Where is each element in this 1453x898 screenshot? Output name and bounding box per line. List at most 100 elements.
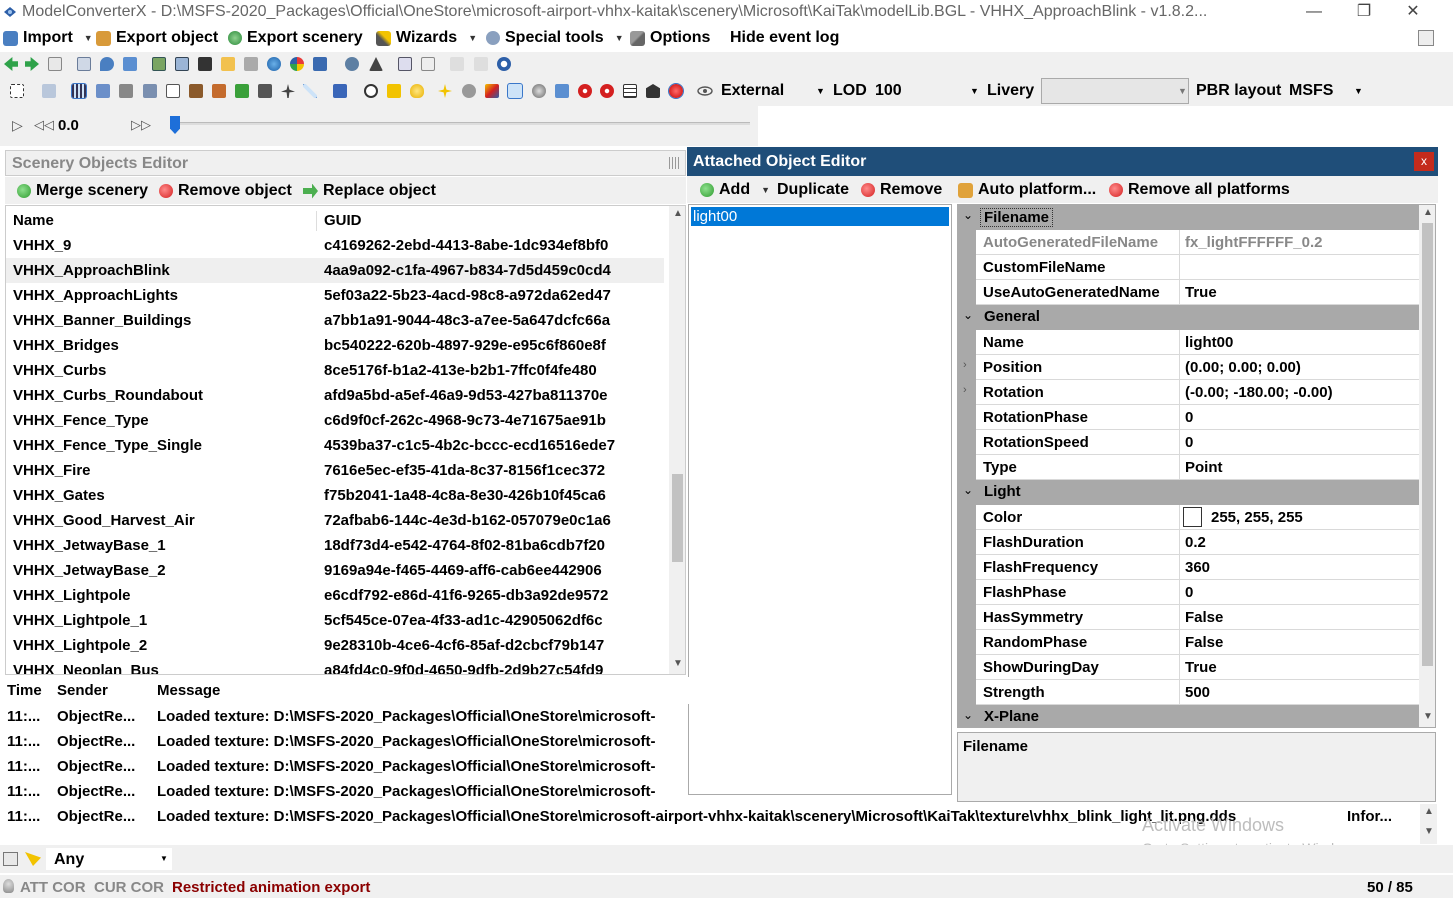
property-value[interactable]: False	[1185, 605, 1223, 630]
property-category[interactable]: ⌄ Light	[958, 480, 1419, 505]
column-header-time[interactable]: Time	[7, 682, 42, 699]
log-row[interactable]: 11:... ObjectRe... Loaded texture: D:\MSFS…	[0, 754, 689, 779]
pbr-layout-select[interactable]: MSFS	[1289, 82, 1333, 100]
minimize-button[interactable]: —	[1291, 0, 1337, 26]
close-window-button[interactable]: ✕	[1390, 0, 1436, 26]
column-header-guid[interactable]: GUID	[324, 208, 664, 233]
red-ball-2-icon[interactable]	[600, 84, 614, 98]
property-category[interactable]: ⌄ Filename	[958, 205, 1419, 230]
property-row[interactable]: Name light00	[958, 330, 1419, 355]
table-row[interactable]: VHHX_Lightpole e6cdf792-e86d-41f6-9265-db…	[6, 583, 664, 608]
table-row[interactable]: VHHX_Curbs 8ce5176f-b1a2-413e-b2b1-7ffc0f…	[6, 358, 664, 383]
material-icon[interactable]	[244, 57, 258, 71]
property-value[interactable]: fx_lightFFFFFF_0.2	[1185, 230, 1323, 255]
sun-icon[interactable]	[387, 84, 401, 98]
document-icon[interactable]	[48, 57, 62, 71]
palette-icon[interactable]	[290, 57, 304, 71]
expand-icon[interactable]: ›	[963, 384, 967, 396]
sparkle-icon[interactable]	[438, 84, 452, 98]
add-button[interactable]: Add ▼	[700, 181, 770, 199]
scrollbar-thumb[interactable]	[672, 474, 683, 562]
export-image-icon[interactable]	[313, 57, 327, 71]
scroll-down-icon[interactable]: ▼	[1423, 711, 1433, 722]
mesh-icon[interactable]	[623, 84, 637, 98]
red-ball-icon[interactable]	[578, 84, 592, 98]
animation-time[interactable]: 0.0	[58, 117, 79, 134]
fit-view-icon[interactable]	[10, 84, 24, 98]
property-row[interactable]: FlashPhase 0	[958, 580, 1419, 605]
forward-icon[interactable]	[25, 57, 39, 71]
livery-select[interactable]	[1041, 78, 1189, 104]
property-value[interactable]: 0	[1185, 430, 1193, 455]
table-row[interactable]: VHHX_Lightpole_1 5cf545ce-07ea-4f33-ad1c-…	[6, 608, 664, 633]
runway-icon[interactable]	[258, 84, 272, 98]
property-row[interactable]: RandomPhase False	[958, 630, 1419, 655]
property-row[interactable]: FlashDuration 0.2	[958, 530, 1419, 555]
restore-button[interactable]: ❐	[1341, 0, 1387, 26]
property-row[interactable]: › Position (0.00; 0.00; 0.00)	[958, 355, 1419, 380]
property-row[interactable]: ShowDuringDay True	[958, 655, 1419, 680]
undo-icon[interactable]	[450, 57, 464, 71]
scrollbar-thumb[interactable]	[1422, 223, 1433, 666]
log-row[interactable]: 11:... ObjectRe... Loaded texture: D:\MSFS…	[0, 729, 689, 754]
grid-icon[interactable]	[71, 83, 87, 99]
target-icon[interactable]	[364, 84, 378, 98]
scroll-up-icon[interactable]: ▲	[673, 208, 683, 219]
back-icon[interactable]	[4, 57, 18, 71]
screen-icon[interactable]	[398, 57, 412, 71]
property-value[interactable]: (0.00; 0.00; 0.00)	[1185, 355, 1301, 380]
refresh-icon[interactable]	[497, 57, 511, 71]
table-row[interactable]: VHHX_Good_Harvest_Air 72afbab6-144c-4e3d-…	[6, 508, 664, 533]
property-value[interactable]: False	[1185, 630, 1223, 655]
color-swatch[interactable]	[1183, 507, 1202, 527]
axis-icon[interactable]	[555, 84, 569, 98]
ground-icon[interactable]	[235, 84, 249, 98]
scroll-down-icon[interactable]: ▼	[1424, 826, 1434, 837]
solid-cube-icon[interactable]	[189, 84, 203, 98]
table-row[interactable]: VHHX_ApproachLights 5ef03a22-5b23-4acd-98…	[6, 283, 664, 308]
column-header-sender[interactable]: Sender	[57, 682, 108, 699]
table-row[interactable]: VHHX_Fence_Type_Single 4539ba37-c1c5-4b2c…	[6, 433, 664, 458]
collapse-icon[interactable]: ⌄	[963, 208, 973, 222]
camera-icon[interactable]	[333, 84, 347, 98]
table-row[interactable]: VHHX_JetwayBase_1 18df73d4-e542-4764-8f02…	[6, 533, 664, 558]
cross-tool-icon[interactable]	[303, 84, 317, 98]
apple-icon[interactable]	[668, 83, 684, 99]
list-icon[interactable]	[421, 57, 435, 71]
event-log-scrollbar[interactable]: ▲ ▼	[1420, 804, 1437, 844]
property-row[interactable]: Strength 500	[958, 680, 1419, 705]
scroll-up-icon[interactable]: ▲	[1424, 806, 1434, 817]
collapse-icon[interactable]: ⌄	[963, 308, 973, 322]
settings-icon[interactable]	[462, 84, 476, 98]
table-row[interactable]: VHHX_Bridges bc540222-620b-4897-929e-e95c…	[6, 333, 664, 358]
panel-grip-icon[interactable]	[669, 157, 681, 169]
film-icon[interactable]	[198, 57, 212, 71]
color-cube-icon[interactable]	[485, 84, 499, 98]
auto-platform-button[interactable]: Auto platform...	[958, 181, 1096, 199]
scroll-down-icon[interactable]: ▼	[673, 658, 683, 669]
table-row[interactable]: VHHX_Lightpole_2 9e28310b-4ce6-4cf6-85af-…	[6, 633, 664, 658]
property-value[interactable]: 360	[1185, 555, 1210, 580]
property-scrollbar[interactable]: ▲ ▼	[1419, 205, 1435, 727]
airplane-icon[interactable]	[281, 84, 295, 98]
property-value[interactable]: True	[1185, 655, 1217, 680]
link-icon[interactable]	[345, 57, 359, 71]
column-header-message[interactable]: Message	[157, 682, 220, 699]
brown-cube-icon[interactable]	[507, 83, 523, 99]
property-value[interactable]: 0	[1185, 405, 1193, 430]
table-row[interactable]: VHHX_9 c4169262-2ebd-4413-8abe-1dc934ef8b…	[6, 233, 664, 258]
table-row[interactable]: VHHX_Fire 7616e5ec-ef35-41da-8c37-8156f1c…	[6, 458, 664, 483]
menu-options[interactable]: Options	[630, 29, 710, 47]
redo-icon[interactable]	[474, 57, 488, 71]
property-category[interactable]: ⌄ General	[958, 305, 1419, 330]
texture-icon[interactable]	[152, 57, 166, 71]
property-value[interactable]: 255, 255, 255	[1211, 505, 1303, 530]
lightbulb-icon[interactable]	[410, 84, 424, 98]
table-row[interactable]: VHHX_Gates f75b2041-1a48-4c8a-8e30-426b10…	[6, 483, 664, 508]
property-value[interactable]: 500	[1185, 680, 1210, 705]
table-row[interactable]: VHHX_Banner_Buildings a7bb1a91-9044-48c3-…	[6, 308, 664, 333]
house-icon[interactable]	[646, 84, 660, 98]
remove-object-button[interactable]: Remove object	[159, 182, 292, 200]
property-value[interactable]: light00	[1185, 330, 1233, 355]
folder-icon[interactable]	[221, 57, 235, 71]
